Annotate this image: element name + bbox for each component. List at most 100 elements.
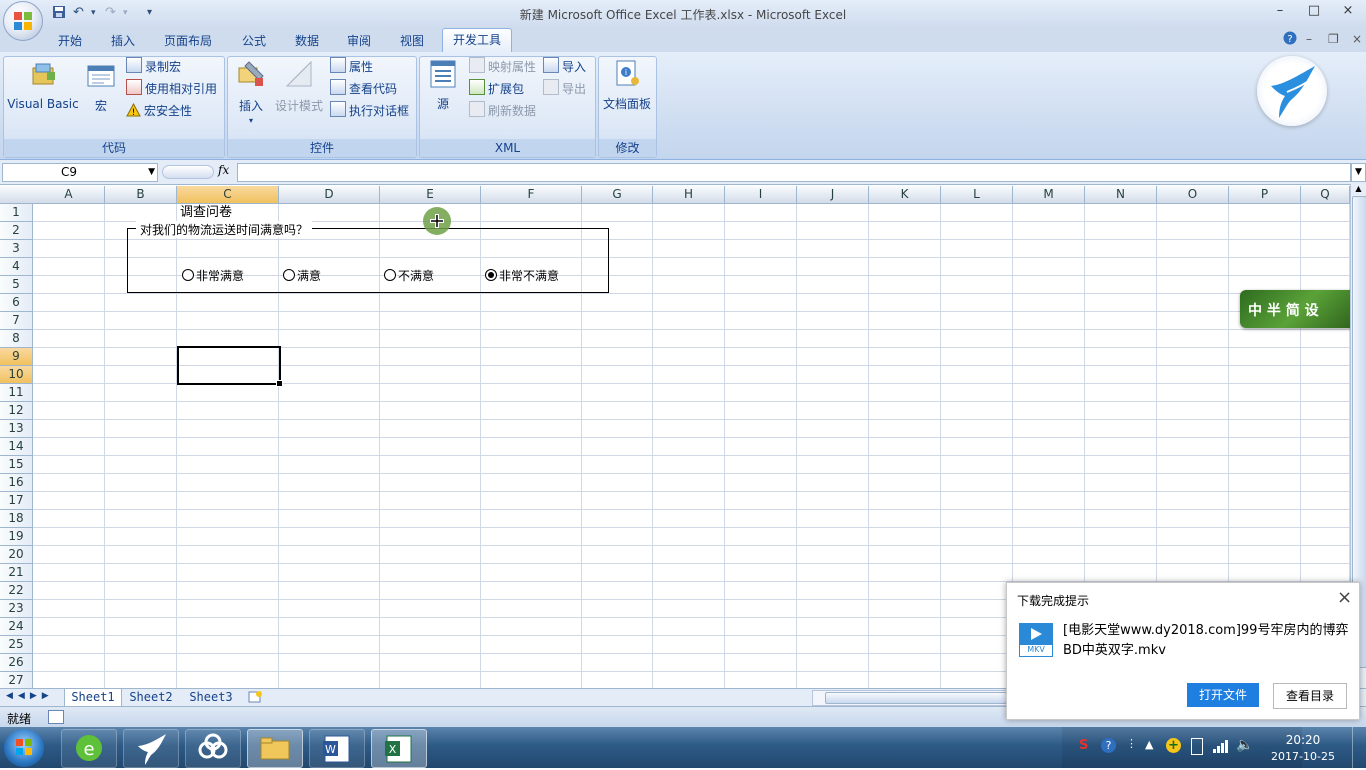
taskbar-cloud-app[interactable] xyxy=(185,729,241,768)
insert-function-icon[interactable]: fx xyxy=(218,163,229,177)
sheet-tab-3[interactable]: Sheet3 xyxy=(183,689,239,706)
ribbon-minimize-icon[interactable]: – xyxy=(1306,32,1312,46)
scroll-up-icon[interactable]: ▲ xyxy=(1351,184,1366,194)
column-header-b[interactable]: B xyxy=(105,186,177,204)
sogou-ime-icon[interactable]: S xyxy=(1079,738,1088,753)
row-header-14[interactable]: 14 xyxy=(0,438,33,456)
column-header-o[interactable]: O xyxy=(1157,186,1229,204)
tab-view[interactable]: 视图 xyxy=(390,31,434,51)
row-header-15[interactable]: 15 xyxy=(0,456,33,474)
row-header-6[interactable]: 6 xyxy=(0,294,33,312)
run-dialog-button[interactable]: 执行对话框 xyxy=(330,101,409,121)
show-desktop-button[interactable] xyxy=(1352,727,1366,768)
tab-formulas[interactable]: 公式 xyxy=(232,31,276,51)
tab-page-layout[interactable]: 页面布局 xyxy=(154,31,222,51)
insert-control-button[interactable]: 插入 ▾ xyxy=(232,58,270,125)
taskbar-word[interactable]: W xyxy=(309,729,365,768)
row-header-24[interactable]: 24 xyxy=(0,618,33,636)
refresh-data-button[interactable]: 刷新数据 xyxy=(469,101,536,121)
formula-input[interactable] xyxy=(237,163,1351,182)
column-header-f[interactable]: F xyxy=(481,186,582,204)
maximize-button[interactable]: □ xyxy=(1302,3,1326,18)
tab-home[interactable]: 开始 xyxy=(48,31,92,51)
row-header-13[interactable]: 13 xyxy=(0,420,33,438)
import-button[interactable]: 导入 xyxy=(543,57,586,77)
sheet-tab-2[interactable]: Sheet2 xyxy=(123,689,179,706)
minimize-button[interactable]: – xyxy=(1268,3,1292,18)
undo-dropdown-icon[interactable]: ▾ xyxy=(91,8,96,25)
tray-plus-icon[interactable]: + xyxy=(1166,738,1181,753)
row-header-8[interactable]: 8 xyxy=(0,330,33,348)
column-header-q[interactable]: Q xyxy=(1301,186,1350,204)
column-header-c[interactable]: C xyxy=(177,186,279,204)
tab-developer[interactable]: 开发工具 xyxy=(442,28,513,53)
macro-record-status-icon[interactable] xyxy=(48,710,64,724)
horizontal-scrollbar[interactable] xyxy=(812,690,1010,706)
properties-button[interactable]: 属性 xyxy=(330,57,373,77)
macros-button[interactable]: 宏 xyxy=(84,62,118,114)
selected-cell-c9[interactable] xyxy=(177,346,283,387)
open-file-button[interactable]: 打开文件 xyxy=(1187,683,1259,707)
relative-reference-button[interactable]: 使用相对引用 xyxy=(126,79,217,99)
clock-time[interactable]: 20:20 xyxy=(1268,733,1338,747)
export-button[interactable]: 导出 xyxy=(543,79,586,99)
radio-option-3[interactable]: 不满意 xyxy=(384,267,434,284)
side-logo-badge[interactable]: 中 半 简 设 xyxy=(1240,290,1360,328)
volume-icon[interactable]: 🔈 xyxy=(1236,737,1253,753)
macro-security-button[interactable]: ! 宏安全性 xyxy=(126,101,192,121)
tray-help-icon[interactable]: ? xyxy=(1101,738,1116,753)
column-header-i[interactable]: I xyxy=(725,186,797,204)
taskbar-explorer[interactable] xyxy=(247,729,303,768)
cell-c1-text[interactable]: 调查问卷 xyxy=(180,204,232,221)
design-mode-button[interactable]: 设计模式 xyxy=(274,58,324,114)
clock-date[interactable]: 2017-10-25 xyxy=(1268,750,1338,763)
row-header-20[interactable]: 20 xyxy=(0,546,33,564)
column-header-j[interactable]: J xyxy=(797,186,869,204)
popup-close-icon[interactable]: × xyxy=(1337,587,1352,608)
radio-unchecked-icon[interactable] xyxy=(384,269,396,281)
column-header-p[interactable]: P xyxy=(1229,186,1301,204)
customize-qat-icon[interactable]: ▾ xyxy=(147,7,152,24)
downloaded-filename[interactable]: [电影天堂www.dy2018.com]99号牢房内的博弈BD中英双字.mkv xyxy=(1063,621,1349,661)
row-header-12[interactable]: 12 xyxy=(0,402,33,420)
formula-expand-icon[interactable]: ▼ xyxy=(1351,163,1366,182)
taskbar-bird-app[interactable] xyxy=(123,729,179,768)
row-header-5[interactable]: 5 xyxy=(0,276,33,294)
row-header-9[interactable]: 9 xyxy=(0,348,33,366)
view-code-button[interactable]: 查看代码 xyxy=(330,79,397,99)
sheet-tab-1[interactable]: Sheet1 xyxy=(64,689,122,707)
row-header-18[interactable]: 18 xyxy=(0,510,33,528)
taskbar-ie-browser[interactable]: e xyxy=(61,729,117,768)
row-header-23[interactable]: 23 xyxy=(0,600,33,618)
redo-dropdown-icon[interactable]: ▾ xyxy=(123,8,128,25)
row-header-2[interactable]: 2 xyxy=(0,222,33,240)
taskbar-excel[interactable]: X xyxy=(371,729,427,768)
close-button[interactable]: × xyxy=(1336,3,1360,18)
row-header-11[interactable]: 11 xyxy=(0,384,33,402)
tab-data[interactable]: 数据 xyxy=(285,31,329,51)
radio-option-1[interactable]: 非常满意 xyxy=(182,267,244,284)
redo-icon[interactable]: ↷ xyxy=(105,5,116,22)
tab-insert[interactable]: 插入 xyxy=(101,31,145,51)
tray-dots-icon[interactable]: ⋮ xyxy=(1126,737,1137,750)
column-header-k[interactable]: K xyxy=(869,186,941,204)
row-header-17[interactable]: 17 xyxy=(0,492,33,510)
radio-option-4[interactable]: 非常不满意 xyxy=(485,267,559,284)
sheet-nav-arrows-icon[interactable]: ◀◀▶▶ xyxy=(6,691,54,701)
select-all-corner[interactable] xyxy=(0,186,34,204)
row-header-3[interactable]: 3 xyxy=(0,240,33,258)
row-header-1[interactable]: 1 xyxy=(0,204,33,222)
radio-unchecked-icon[interactable] xyxy=(182,269,194,281)
row-header-22[interactable]: 22 xyxy=(0,582,33,600)
horizontal-scroll-thumb[interactable] xyxy=(825,692,1007,704)
document-panel-button[interactable]: i 文档面板 xyxy=(600,58,654,112)
column-header-h[interactable]: H xyxy=(653,186,725,204)
row-header-16[interactable]: 16 xyxy=(0,474,33,492)
row-header-7[interactable]: 7 xyxy=(0,312,33,330)
radio-unchecked-icon[interactable] xyxy=(283,269,295,281)
radio-checked-icon[interactable] xyxy=(485,269,497,281)
name-box[interactable]: C9 ▼ xyxy=(2,163,158,182)
start-button[interactable] xyxy=(4,729,44,767)
ribbon-restore-icon[interactable]: ❐ xyxy=(1328,32,1339,46)
row-header-21[interactable]: 21 xyxy=(0,564,33,582)
